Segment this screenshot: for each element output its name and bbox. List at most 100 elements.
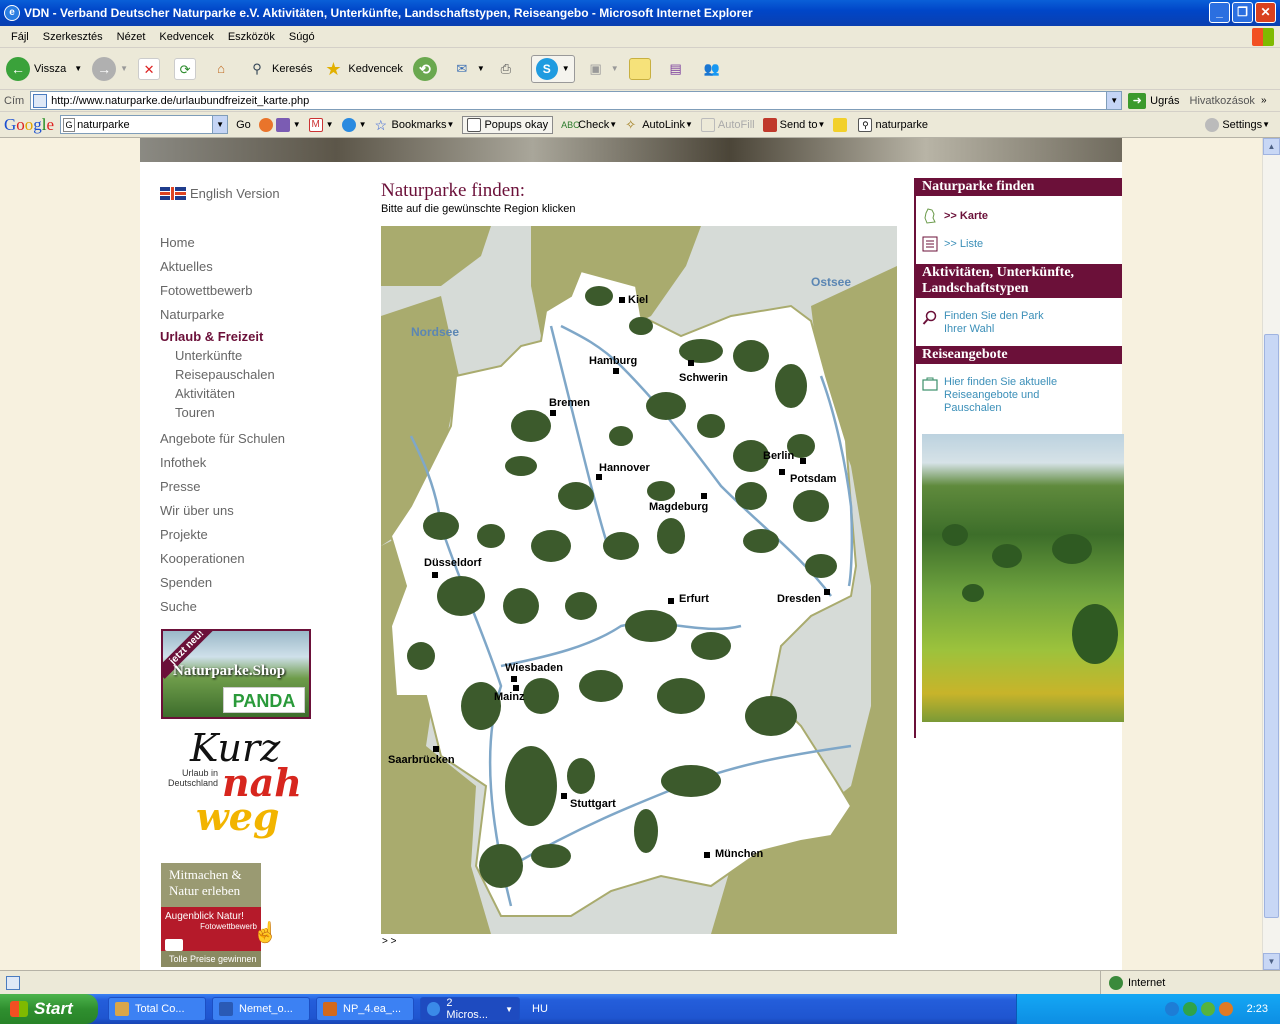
search-term-button[interactable]: ⚲ naturparke	[858, 117, 928, 132]
park-area[interactable]	[503, 588, 539, 624]
park-area[interactable]	[531, 844, 571, 868]
park-area[interactable]	[634, 809, 658, 853]
park-area[interactable]	[479, 844, 523, 888]
home-button[interactable]: ⌂	[210, 58, 236, 80]
menu-help[interactable]: Súgó	[282, 31, 322, 43]
park-area[interactable]	[697, 414, 725, 438]
forward-button[interactable]: → ▼	[92, 56, 128, 81]
park-area[interactable]	[657, 678, 705, 714]
park-area[interactable]	[733, 340, 769, 372]
germany-map[interactable]: Nordsee Ostsee Kiel Hamburg Schwerin Bre…	[381, 226, 897, 934]
menu-favorites[interactable]: Kedvencek	[152, 31, 220, 43]
minimize-button[interactable]: _	[1209, 2, 1230, 23]
park-area[interactable]	[743, 529, 779, 553]
autofill-button[interactable]: AutoFill	[700, 117, 755, 132]
sendto-button[interactable]: Send to ▼	[762, 117, 825, 132]
park-area[interactable]	[461, 682, 501, 730]
park-area[interactable]	[609, 426, 633, 446]
scroll-down-icon[interactable]: ▼	[1263, 953, 1280, 970]
nav-spenden[interactable]: Spenden	[160, 571, 320, 595]
mail-dropdown-icon[interactable]: ▼	[477, 64, 485, 73]
google-go-button[interactable]: Go	[236, 119, 251, 131]
scroll-thumb[interactable]	[1264, 334, 1279, 918]
discuss-button[interactable]: ▣ ▼	[585, 58, 619, 80]
settings-button[interactable]: Settings ▼	[1205, 117, 1270, 132]
gtalk-button[interactable]: ▼	[341, 117, 367, 132]
park-area[interactable]	[565, 592, 597, 620]
map-footer-link[interactable]: > >	[382, 936, 396, 947]
notes-button[interactable]	[628, 57, 655, 80]
kurz-nah-weg-banner[interactable]: Kurz Urlaub in Deutschland nah weg	[162, 726, 312, 856]
gtalk-dropdown-icon[interactable]: ▼	[359, 120, 367, 129]
park-area[interactable]	[567, 758, 595, 794]
address-input[interactable]: http://www.naturparke.de/urlaubundfreize…	[30, 91, 1123, 110]
finden-park-link[interactable]: Finden Sie den Park Ihrer Wahl	[916, 304, 1122, 342]
park-area[interactable]	[531, 530, 571, 562]
google-search-value[interactable]: naturparke	[77, 119, 212, 131]
park-area[interactable]	[629, 317, 653, 335]
park-area[interactable]	[661, 765, 721, 797]
park-area[interactable]	[423, 512, 459, 540]
menu-edit[interactable]: Szerkesztés	[36, 31, 110, 43]
nav-aktuelles[interactable]: Aktuelles	[160, 255, 320, 279]
google-search-dropdown-icon[interactable]: ▼	[212, 116, 228, 133]
task-word-document[interactable]: Nemet_o...	[212, 997, 310, 1021]
park-area[interactable]	[745, 696, 797, 736]
menu-view[interactable]: Nézet	[110, 31, 153, 43]
go-button[interactable]: ➜ Ugrás	[1128, 92, 1180, 109]
park-area[interactable]	[679, 339, 723, 363]
park-area[interactable]	[585, 286, 613, 306]
bookmarks-button[interactable]: ☆ Bookmarks ▼	[375, 118, 455, 132]
popups-button[interactable]: Popups okay	[462, 115, 554, 134]
park-area[interactable]	[647, 481, 675, 501]
park-area[interactable]	[523, 678, 559, 714]
start-button[interactable]: Start	[0, 994, 98, 1024]
menu-tools[interactable]: Eszközök	[221, 31, 282, 43]
history-button[interactable]: ⟲	[412, 56, 441, 81]
park-area[interactable]	[625, 610, 677, 642]
park-area[interactable]	[437, 576, 485, 616]
links-button[interactable]: Hivatkozások	[1190, 95, 1255, 107]
nav-presse[interactable]: Presse	[160, 475, 320, 499]
google-search-input[interactable]: G naturparke ▼	[60, 115, 229, 134]
park-area[interactable]	[477, 524, 505, 548]
refresh-button[interactable]: ⟳	[174, 57, 200, 80]
park-area[interactable]	[505, 456, 537, 476]
nav-sub-reisepauschalen[interactable]: Reisepauschalen	[160, 365, 320, 384]
discuss-dropdown-icon[interactable]: ▼	[611, 64, 619, 73]
chevron-right-icon[interactable]: »	[1261, 95, 1267, 106]
map-svg[interactable]: Nordsee Ostsee Kiel Hamburg Schwerin Bre…	[381, 226, 897, 934]
tray-messenger-icon[interactable]	[1200, 1002, 1215, 1016]
address-url[interactable]: http://www.naturparke.de/urlaubundfreize…	[51, 95, 1106, 107]
back-button[interactable]: ← Vissza ▼	[6, 56, 82, 81]
nav-sub-unterkuenfte[interactable]: Unterkünfte	[160, 346, 320, 365]
messenger-button[interactable]: 👥	[701, 58, 727, 80]
scroll-up-icon[interactable]: ▲	[1263, 138, 1280, 155]
back-dropdown-icon[interactable]: ▼	[74, 64, 82, 73]
park-area[interactable]	[407, 642, 435, 670]
skype-dropdown-icon[interactable]: ▼	[562, 64, 570, 73]
reiseangebote-link[interactable]: Hier finden Sie aktuelle Reiseangebote u…	[916, 370, 1122, 421]
maximize-button[interactable]: ❐	[1232, 2, 1253, 23]
task-total-commander[interactable]: Total Co...	[108, 997, 206, 1021]
research-button[interactable]: ▤	[665, 58, 691, 80]
park-area[interactable]	[505, 746, 557, 826]
close-button[interactable]: ✕	[1255, 2, 1276, 23]
nav-infothek[interactable]: Infothek	[160, 451, 320, 475]
mail-button[interactable]: ✉ ▼	[451, 58, 485, 80]
park-area[interactable]	[735, 482, 767, 510]
tray-arrow-icon[interactable]	[1164, 1002, 1179, 1016]
forward-dropdown-icon[interactable]: ▼	[120, 64, 128, 73]
nav-sub-aktivitaeten[interactable]: Aktivitäten	[160, 384, 320, 403]
park-area[interactable]	[691, 632, 731, 660]
karte-link[interactable]: >> Karte	[916, 202, 1122, 230]
nav-angebote-schulen[interactable]: Angebote für Schulen	[160, 427, 320, 451]
park-area[interactable]	[511, 410, 551, 442]
search-button[interactable]: ⚲ Keresés	[246, 58, 312, 80]
highlight-button[interactable]	[833, 117, 850, 132]
menu-file[interactable]: Fájl	[4, 31, 36, 43]
park-area[interactable]	[793, 490, 829, 522]
skype-button[interactable]: S ▼	[530, 54, 575, 83]
english-version-link[interactable]: English Version	[160, 186, 320, 201]
park-area[interactable]	[805, 554, 837, 578]
